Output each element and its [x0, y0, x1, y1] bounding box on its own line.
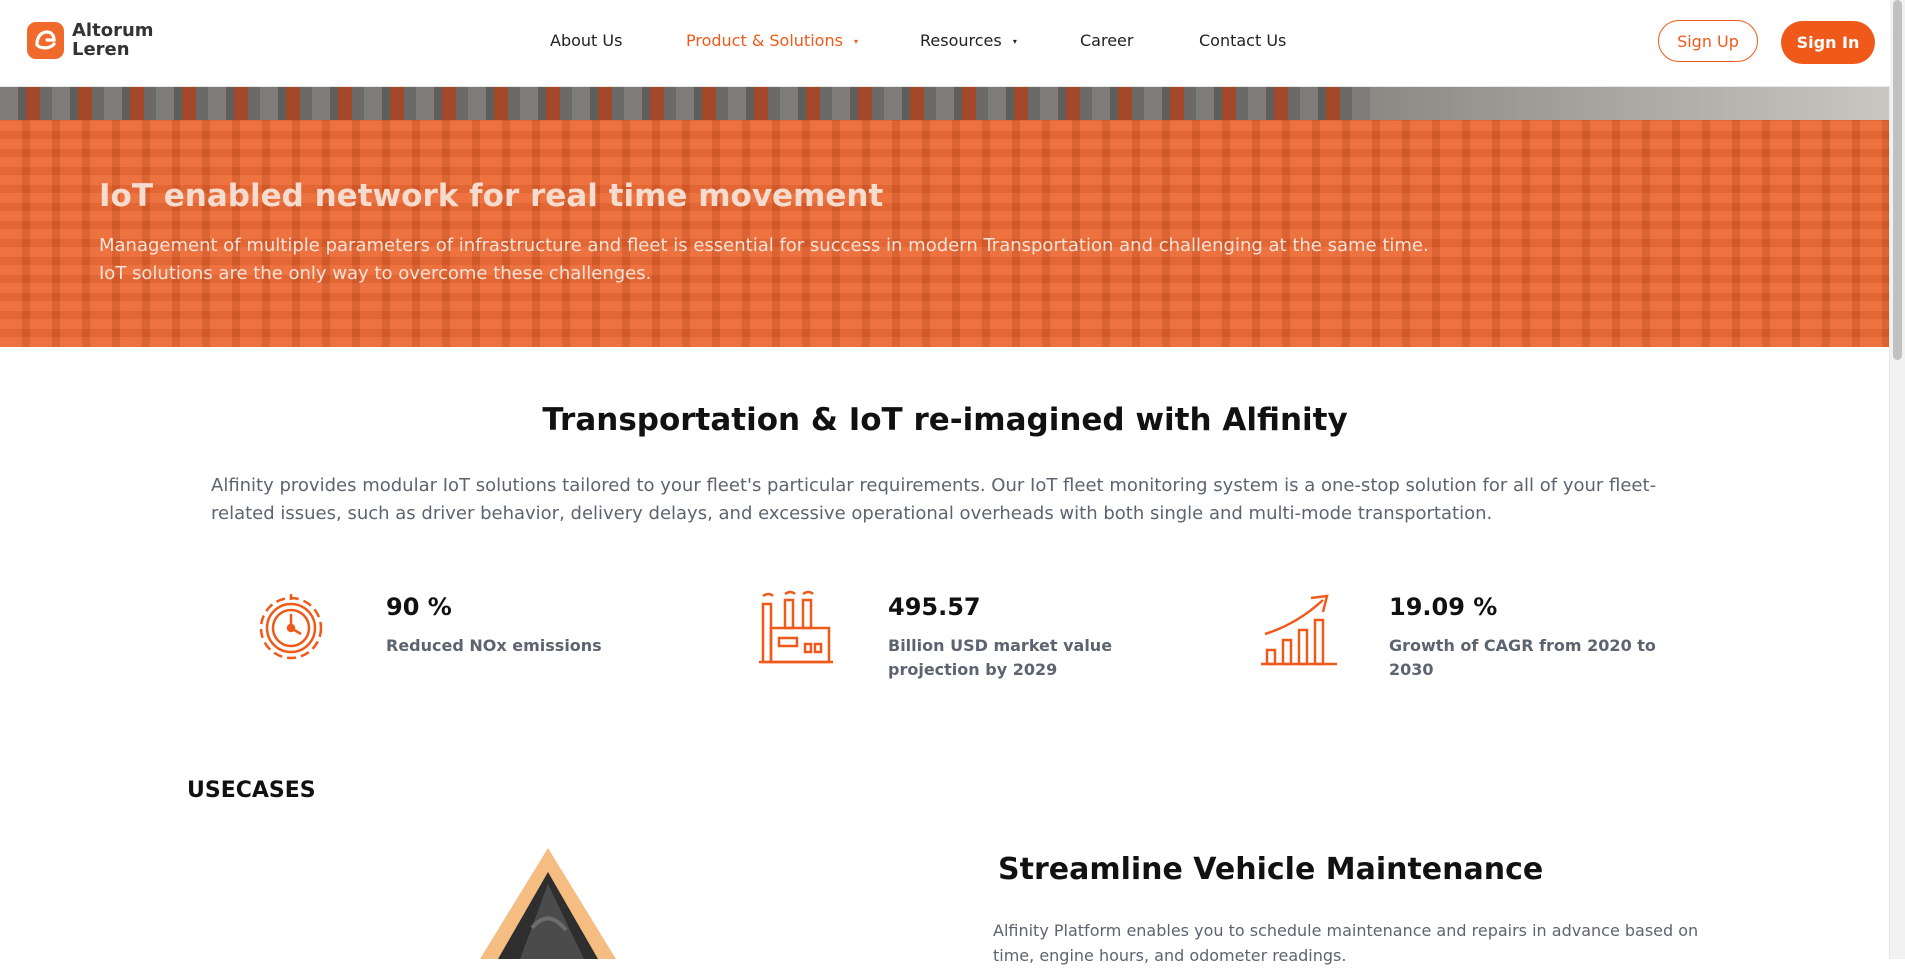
hero-title: IoT enabled network for real time moveme…	[99, 178, 884, 214]
usecase-description-line: Alfinity Platform enables you to schedul…	[993, 921, 1699, 940]
intro-line: Alfinity provides modular IoT solutions …	[211, 475, 1657, 496]
usecase-description: Alfinity Platform enables you to schedul…	[993, 918, 1713, 968]
chevron-down-icon: ▾	[854, 37, 859, 46]
stat-label: Growth of CAGR from 2020 to 2030	[1389, 636, 1656, 679]
nav-item-product-solutions[interactable]: Product & Solutions ▾	[686, 31, 858, 50]
section-title: Transportation & IoT re-imagined with Al…	[542, 402, 1348, 438]
stat-value: 495.57	[888, 593, 981, 621]
hero-banner	[0, 86, 1890, 347]
sign-up-button[interactable]: Sign Up	[1658, 20, 1758, 62]
factory-icon	[759, 590, 833, 664]
hero-description: Management of multiple parameters of inf…	[99, 232, 1519, 288]
page-scrollbar[interactable]	[1889, 0, 1905, 959]
nav-item-label: Resources	[920, 31, 1002, 50]
nav-item-label: About Us	[550, 31, 623, 50]
gear-clock-icon	[259, 594, 323, 660]
hero-background-roof	[1370, 86, 1890, 120]
intro-line: related issues, such as driver behavior,…	[211, 503, 1493, 524]
nav-item-label: Career	[1080, 31, 1134, 50]
nav-item-career[interactable]: Career	[1080, 31, 1133, 50]
main-nav: About Us Product & Solutions ▾ Resources…	[0, 31, 1890, 55]
nav-item-label: Product & Solutions	[686, 31, 843, 50]
nav-item-label: Contact Us	[1199, 31, 1287, 50]
chevron-down-icon: ▾	[1012, 37, 1017, 46]
usecases-heading: USECASES	[187, 778, 316, 803]
usecase-description-line: time, engine hours, and odometer reading…	[993, 946, 1347, 965]
usecase-image	[480, 848, 616, 959]
stat-label: Billion USD market value projection by 2…	[888, 636, 1113, 679]
stat-label: Reduced NOx emissions	[386, 636, 602, 655]
nav-item-contact-us[interactable]: Contact Us	[1199, 31, 1286, 50]
stat-value: 19.09 %	[1389, 593, 1498, 621]
growth-chart-icon	[1261, 594, 1337, 666]
sign-in-button[interactable]: Sign In	[1781, 21, 1875, 64]
site-header: Altorum Leren About Us Product & Solutio…	[0, 0, 1890, 87]
intro-paragraph: Alfinity provides modular IoT solutions …	[211, 472, 1657, 528]
hero-description-line: Management of multiple parameters of inf…	[99, 235, 1429, 256]
nav-item-about-us[interactable]: About Us	[550, 31, 622, 50]
usecase-title: Streamline Vehicle Maintenance	[998, 852, 1544, 887]
stat-value: 90 %	[386, 593, 452, 621]
scrollbar-thumb[interactable]	[1893, 0, 1902, 360]
nav-item-resources[interactable]: Resources ▾	[920, 31, 1017, 50]
hero-description-line: IoT solutions are the only way to overco…	[99, 263, 652, 284]
